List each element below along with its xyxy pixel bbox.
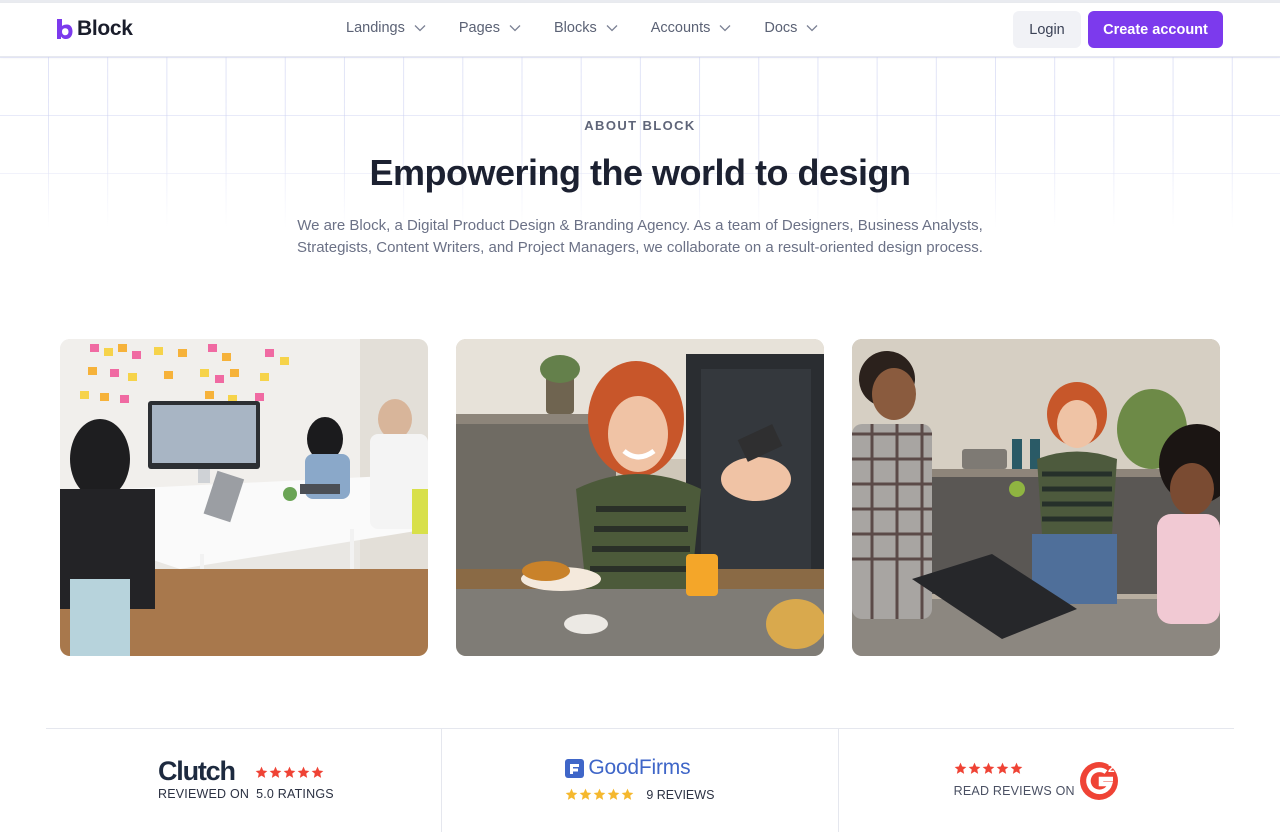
- star-icon: [579, 788, 592, 800]
- main-nav: Landings Pages Blocks Accounts Docs: [346, 20, 851, 36]
- site-header: Block Landings Pages Blocks Accounts Doc…: [0, 3, 1280, 57]
- star-icon: [565, 788, 578, 800]
- clutch-rating: 5.0 RATINGS: [256, 787, 334, 801]
- g2-label: READ REVIEWS ON: [953, 784, 1075, 798]
- star-icon: [954, 762, 967, 774]
- clutch-meta: REVIEWED ON 5.0 RATINGS: [158, 787, 341, 801]
- goodfirms-wordmark: GoodFirms: [588, 756, 691, 779]
- nav-item-pages[interactable]: Pages: [459, 20, 521, 36]
- chevron-down-icon: [606, 25, 618, 32]
- svg-text:2: 2: [1108, 761, 1115, 775]
- nav-item-landings[interactable]: Landings: [346, 20, 426, 36]
- g2-review[interactable]: READ REVIEWS ON 2: [839, 729, 1234, 832]
- clutch-wordmark: Clutch: [158, 756, 236, 786]
- nav-item-blocks[interactable]: Blocks: [554, 20, 618, 36]
- brand-name: Block: [77, 17, 133, 40]
- star-icon: [255, 766, 268, 778]
- nav-item-label: Accounts: [650, 20, 711, 36]
- star-icon: [968, 762, 981, 774]
- star-icon: [283, 766, 296, 778]
- create-account-button[interactable]: Create account: [1088, 11, 1223, 48]
- g2-logo-icon: 2: [1079, 761, 1118, 800]
- goodfirms-review[interactable]: GoodFirms 9 REVIEWS: [442, 729, 839, 832]
- g2-stars: [954, 762, 1023, 775]
- login-button[interactable]: Login: [1013, 11, 1081, 48]
- clutch-label: REVIEWED ON: [158, 787, 250, 801]
- woman-with-phone-photo: [456, 339, 824, 656]
- star-icon: [311, 766, 324, 778]
- clutch-stars: [255, 766, 324, 779]
- star-icon: [269, 766, 282, 778]
- brand-logo[interactable]: Block: [56, 17, 133, 41]
- star-icon: [996, 762, 1009, 774]
- star-icon: [1010, 762, 1023, 774]
- hero-description: We are Block, a Digital Product Design &…: [297, 217, 983, 256]
- star-icon: [982, 762, 995, 774]
- clutch-logo: Clutch: [158, 756, 236, 787]
- star-icon: [607, 788, 620, 800]
- chevron-down-icon: [806, 25, 818, 32]
- nav-item-label: Landings: [346, 20, 405, 36]
- goodfirms-logo: GoodFirms: [565, 756, 691, 780]
- star-icon: [297, 766, 310, 778]
- goodfirms-review-count: 9 REVIEWS: [646, 788, 715, 802]
- clutch-review[interactable]: Clutch REVIEWED ON 5.0 RATINGS: [46, 729, 443, 832]
- goodfirms-stars: [565, 788, 634, 801]
- chevron-down-icon: [414, 25, 426, 32]
- star-icon: [593, 788, 606, 800]
- nav-item-label: Blocks: [553, 20, 597, 36]
- office-team-photo: [60, 339, 428, 656]
- chevron-down-icon: [719, 25, 731, 32]
- nav-item-label: Docs: [764, 20, 798, 36]
- nav-item-accounts[interactable]: Accounts: [651, 20, 732, 36]
- nav-item-docs[interactable]: Docs: [764, 20, 818, 36]
- reviews-strip: Clutch REVIEWED ON 5.0 RATINGS GoodFirms: [46, 728, 1234, 832]
- kitchen-conversation-photo: [852, 339, 1220, 656]
- section-eyebrow: ABOUT BLOCK: [584, 118, 696, 133]
- block-logo-icon: [57, 19, 73, 39]
- goodfirms-icon: [565, 758, 585, 778]
- chevron-down-icon: [509, 25, 521, 32]
- page-title: Empowering the world to design: [369, 152, 911, 193]
- grid-background: [0, 57, 1280, 227]
- star-icon: [621, 788, 634, 800]
- nav-item-label: Pages: [458, 20, 500, 36]
